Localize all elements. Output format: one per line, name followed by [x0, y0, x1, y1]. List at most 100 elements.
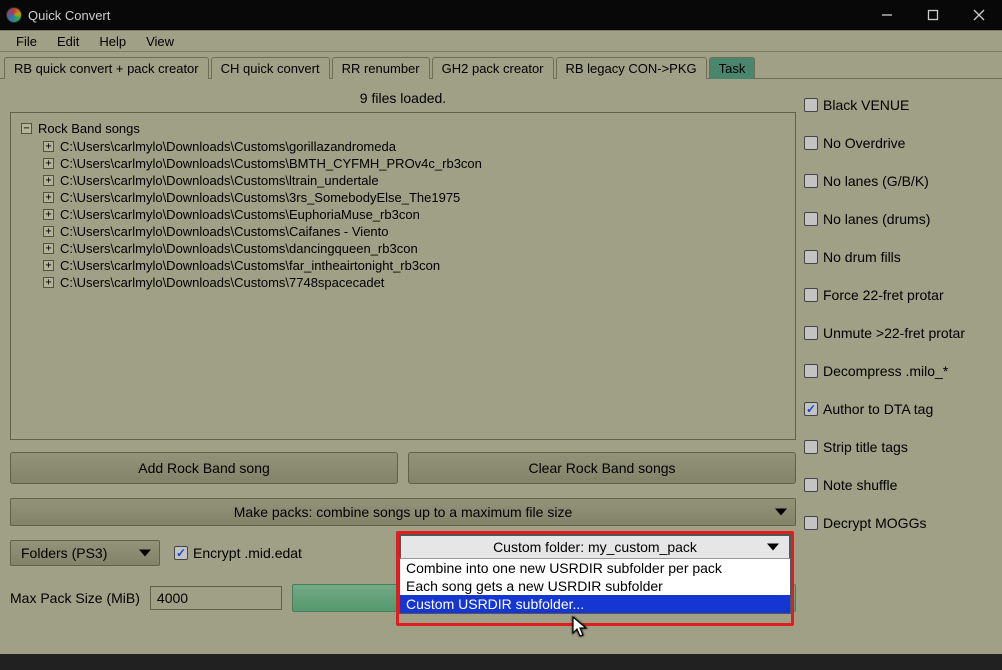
chevron-down-icon — [775, 509, 787, 516]
status-text: 9 files loaded. — [10, 88, 796, 112]
option-label: Force 22-fret protar — [823, 287, 944, 303]
tab-ch-quick-convert[interactable]: CH quick convert — [211, 57, 330, 79]
checkbox-icon — [804, 364, 818, 378]
encrypt-checkbox[interactable]: Encrypt .mid.edat — [174, 545, 302, 561]
tree-item[interactable]: +C:\Users\carlmylo\Downloads\Customs\gor… — [43, 138, 785, 155]
option-label: Black VENUE — [823, 97, 909, 113]
dropdown-option[interactable]: Combine into one new USRDIR subfolder pe… — [400, 559, 790, 577]
tab-rr-renumber[interactable]: RR renumber — [332, 57, 430, 79]
tree-item[interactable]: + C:\Users\carlmylo\Downloads\Customs\BMT… — [43, 155, 785, 172]
checkbox-icon — [804, 174, 818, 188]
option-checkbox[interactable]: Unmute >22-fret protar — [804, 314, 996, 352]
tree-item[interactable]: +C:\Users\carlmylo\Downloads\Customs\ltr… — [43, 172, 785, 189]
checkbox-icon — [804, 136, 818, 150]
tree-collapse-icon[interactable]: − — [21, 123, 32, 134]
checkbox-icon — [804, 250, 818, 264]
tab-rb-legacy[interactable]: RB legacy CON->PKG — [556, 57, 707, 79]
song-tree[interactable]: − Rock Band songs +C:\Users\carlmylo\Dow… — [10, 112, 796, 440]
tree-expand-icon[interactable]: + — [43, 192, 54, 203]
dropdown-option-selected[interactable]: Custom USRDIR subfolder... — [400, 595, 790, 613]
custom-folder-dropdown[interactable]: Custom folder: my_custom_pack Combine in… — [396, 531, 794, 626]
option-checkbox[interactable]: No lanes (G/B/K) — [804, 162, 996, 200]
tree-expand-icon[interactable]: + — [43, 209, 54, 220]
tree-item[interactable]: + C:\Users\carlmylo\Downloads\Customs\3rs… — [43, 189, 785, 206]
add-song-button[interactable]: Add Rock Band song — [10, 452, 398, 484]
option-label: No lanes (drums) — [823, 211, 930, 227]
minimize-icon — [881, 9, 893, 21]
tree-item[interactable]: + C:\Users\carlmylo\Downloads\Customs\dan… — [43, 240, 785, 257]
window-titlebar: Quick Convert — [0, 0, 1002, 30]
option-checkbox[interactable]: Author to DTA tag — [804, 390, 996, 428]
tree-expand-icon[interactable]: + — [43, 260, 54, 271]
menu-edit[interactable]: Edit — [47, 34, 89, 49]
app-icon — [6, 7, 22, 23]
tab-rb-quick-convert[interactable]: RB quick convert + pack creator — [4, 57, 209, 79]
checkbox-icon — [804, 326, 818, 340]
window-close-button[interactable] — [956, 0, 1002, 30]
clear-songs-button[interactable]: Clear Rock Band songs — [408, 452, 796, 484]
tree-item-label: C:\Users\carlmylo\Downloads\Customs\3rs_… — [60, 190, 460, 205]
option-checkbox[interactable]: No lanes (drums) — [804, 200, 996, 238]
option-checkbox[interactable]: Decompress .milo_* — [804, 352, 996, 390]
option-checkbox[interactable]: No drum fills — [804, 238, 996, 276]
option-checkbox[interactable]: No Overdrive — [804, 124, 996, 162]
checkbox-icon — [174, 546, 188, 560]
checkbox-icon — [804, 212, 818, 226]
tab-bar: RB quick convert + pack creator CH quick… — [0, 52, 1002, 79]
tree-expand-icon[interactable]: + — [43, 141, 54, 152]
status-bar — [0, 654, 1002, 670]
tab-gh2-pack-creator[interactable]: GH2 pack creator — [432, 57, 554, 79]
option-label: Author to DTA tag — [823, 401, 933, 417]
option-checkbox[interactable]: Strip title tags — [804, 428, 996, 466]
tree-item[interactable]: + C:\Users\carlmylo\Downloads\Customs\far… — [43, 257, 785, 274]
window-minimize-button[interactable] — [864, 0, 910, 30]
clear-songs-label: Clear Rock Band songs — [528, 460, 675, 476]
custom-folder-options-list: Combine into one new USRDIR subfolder pe… — [399, 559, 791, 614]
option-label: Note shuffle — [823, 477, 897, 493]
tree-item[interactable]: + C:\Users\carlmylo\Downloads\Customs\Cai… — [43, 223, 785, 240]
maxpack-value: 4000 — [157, 590, 188, 606]
checkbox-icon — [804, 402, 818, 416]
tree-item-label: C:\Users\carlmylo\Downloads\Customs\far_… — [60, 258, 440, 273]
window-maximize-button[interactable] — [910, 0, 956, 30]
checkbox-icon — [804, 98, 818, 112]
option-label: No drum fills — [823, 249, 901, 265]
tree-expand-icon[interactable]: + — [43, 175, 54, 186]
tree-expand-icon[interactable]: + — [43, 158, 54, 169]
menu-bar: File Edit Help View — [0, 30, 1002, 52]
tree-item-label: C:\Users\carlmylo\Downloads\Customs\Caif… — [60, 224, 389, 239]
menu-help[interactable]: Help — [89, 34, 136, 49]
tab-task[interactable]: Task — [709, 57, 756, 79]
option-checkbox[interactable]: Black VENUE — [804, 86, 996, 124]
chevron-down-icon — [767, 544, 779, 551]
tree-item[interactable]: +C:\Users\carlmylo\Downloads\Customs\774… — [43, 274, 785, 291]
pack-mode-value: Make packs: combine songs up to a maximu… — [234, 504, 572, 520]
chevron-down-icon — [139, 550, 151, 557]
dropdown-option[interactable]: Each song gets a new USRDIR subfolder — [400, 577, 790, 595]
tree-expand-icon[interactable]: + — [43, 226, 54, 237]
checkbox-icon — [804, 516, 818, 530]
tree-expand-icon[interactable]: + — [43, 277, 54, 288]
pack-mode-select[interactable]: Make packs: combine songs up to a maximu… — [10, 498, 796, 526]
option-checkbox[interactable]: Note shuffle — [804, 466, 996, 504]
menu-view[interactable]: View — [136, 34, 184, 49]
output-kind-value: Folders (PS3) — [21, 545, 107, 561]
tree-item-label: C:\Users\carlmylo\Downloads\Customs\BMTH… — [60, 156, 482, 171]
menu-file[interactable]: File — [6, 34, 47, 49]
maxpack-label: Max Pack Size (MiB) — [10, 590, 140, 606]
checkbox-icon — [804, 478, 818, 492]
option-label: Unmute >22-fret protar — [823, 325, 965, 341]
checkbox-icon — [804, 440, 818, 454]
output-kind-select[interactable]: Folders (PS3) — [10, 540, 160, 566]
option-checkbox[interactable]: Force 22-fret protar — [804, 276, 996, 314]
tree-expand-icon[interactable]: + — [43, 243, 54, 254]
maxpack-input[interactable]: 4000 — [150, 586, 282, 610]
checkbox-icon — [804, 288, 818, 302]
tree-item-label: C:\Users\carlmylo\Downloads\Customs\danc… — [60, 241, 418, 256]
tree-item[interactable]: + C:\Users\carlmylo\Downloads\Customs\Eup… — [43, 206, 785, 223]
option-label: Decrypt MOGGs — [823, 515, 926, 531]
add-song-label: Add Rock Band song — [138, 460, 270, 476]
tree-item-label: C:\Users\carlmylo\Downloads\Customs\Euph… — [60, 207, 420, 222]
option-checkbox[interactable]: Decrypt MOGGs — [804, 504, 996, 542]
option-label: No lanes (G/B/K) — [823, 173, 929, 189]
